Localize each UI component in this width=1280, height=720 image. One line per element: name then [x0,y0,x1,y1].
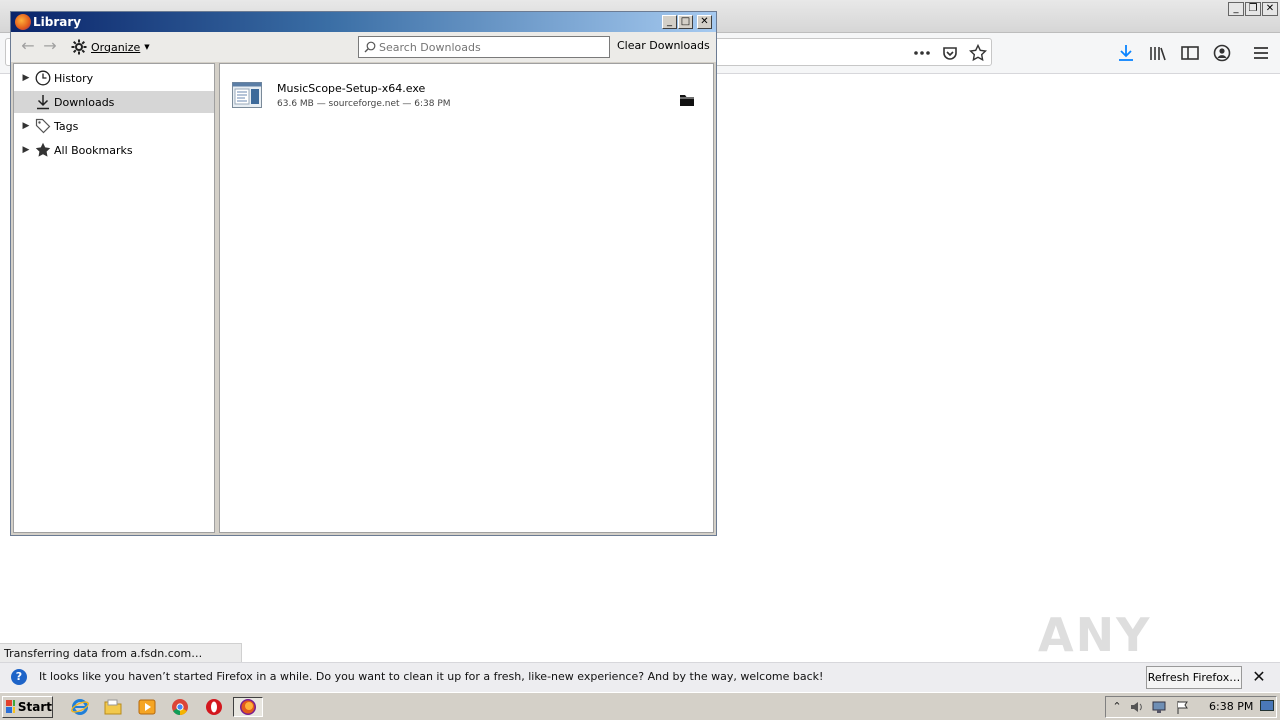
library-title: Library [33,15,82,29]
expand-arrow-icon[interactable]: ▶ [20,73,32,83]
tree-item-label: History [54,71,94,85]
bookmark-star-icon[interactable] [967,42,989,64]
network-icon[interactable] [1152,700,1166,714]
tree-item-label: Tags [54,119,79,133]
ie-icon[interactable] [69,697,91,717]
explorer-icon[interactable] [102,697,124,717]
library-tree: ▶ History Downloads ▶ Tags ▶ All Bookmar… [13,63,215,533]
tree-item-history[interactable]: ▶ History [14,67,214,89]
firefox-restore-button[interactable]: ❐ [1245,2,1261,16]
download-details: 63.6 MB — sourceforge.net — 6:38 PM [277,99,451,109]
system-tray: ⌃ 6:38 PM [1105,696,1277,718]
expand-arrow-icon[interactable]: ▶ [20,145,32,155]
library-window: Library _ □ ✕ ← → Organize ▼ Clear Downl… [10,11,717,536]
tree-item-label: Downloads [54,95,115,109]
notification-bar: ? It looks like you haven’t started Fire… [0,662,1280,692]
search-downloads-input[interactable] [379,39,605,55]
refresh-firefox-button[interactable]: Refresh Firefox… [1146,666,1242,689]
library-toolbar: ← → Organize ▼ Clear Downloads [11,32,716,62]
menu-icon[interactable] [1250,42,1272,64]
library-maximize-button[interactable]: □ [678,15,693,29]
clear-downloads-button[interactable]: Clear Downloads [617,39,710,52]
start-label: Start [17,700,52,714]
forward-arrow-icon[interactable]: → [41,37,59,55]
firefox-icon [15,14,31,30]
tree-item-downloads[interactable]: Downloads [14,91,214,113]
dropdown-caret-icon: ▼ [144,43,150,51]
download-item[interactable]: MusicScope-Setup-x64.exe 63.6 MB — sourc… [220,72,713,118]
search-box[interactable] [358,36,610,58]
firefox-taskbar-icon[interactable] [233,697,263,717]
gear-icon [71,39,87,55]
show-desktop-icon[interactable] [1260,700,1274,714]
page-actions-icon[interactable] [911,42,933,64]
volume-icon[interactable] [1130,700,1144,714]
library-titlebar[interactable]: Library _ □ ✕ [11,12,716,32]
library-minimize-button[interactable]: _ [662,15,677,29]
start-button[interactable]: Start [2,696,53,718]
account-icon[interactable] [1211,42,1233,64]
exe-file-icon [232,82,262,108]
download-arrow-icon [34,93,52,111]
search-icon [364,41,376,53]
firefox-minimize-button[interactable]: _ [1228,2,1244,16]
tree-item-all-bookmarks[interactable]: ▶ All Bookmarks [14,139,214,161]
show-hidden-icons-icon[interactable]: ⌃ [1110,700,1124,714]
library-close-button[interactable]: ✕ [697,15,712,29]
windows-logo-icon [6,700,15,713]
notification-message: It looks like you haven’t started Firefo… [39,670,824,683]
status-panel: Transferring data from a.fsdn.com… [0,643,242,663]
clock-icon [34,69,52,87]
chrome-icon[interactable] [169,697,191,717]
tag-icon [34,117,52,135]
downloads-icon[interactable] [1115,42,1137,64]
back-arrow-icon[interactable]: ← [19,37,37,55]
info-icon: ? [11,669,27,685]
taskbar-clock[interactable]: 6:38 PM [1209,700,1253,713]
expand-arrow-icon[interactable]: ▶ [20,121,32,131]
download-filename: MusicScope-Setup-x64.exe [277,82,426,95]
pocket-icon[interactable] [939,42,961,64]
taskbar: Start ⌃ 6:38 PM [0,692,1280,720]
action-center-flag-icon[interactable] [1176,700,1190,714]
tree-item-label: All Bookmarks [54,143,133,157]
close-icon[interactable]: ✕ [1250,668,1268,686]
folder-icon[interactable] [679,93,695,107]
library-icon[interactable] [1147,42,1169,64]
downloads-list: MusicScope-Setup-x64.exe 63.6 MB — sourc… [219,63,714,533]
sidebar-icon[interactable] [1179,42,1201,64]
opera-icon[interactable] [203,697,225,717]
organize-button[interactable]: Organize ▼ [71,38,150,56]
media-player-icon[interactable] [136,697,158,717]
firefox-close-button[interactable]: ✕ [1262,2,1278,16]
star-icon [34,141,52,159]
organize-label: Organize [91,40,141,54]
tree-item-tags[interactable]: ▶ Tags [14,115,214,137]
